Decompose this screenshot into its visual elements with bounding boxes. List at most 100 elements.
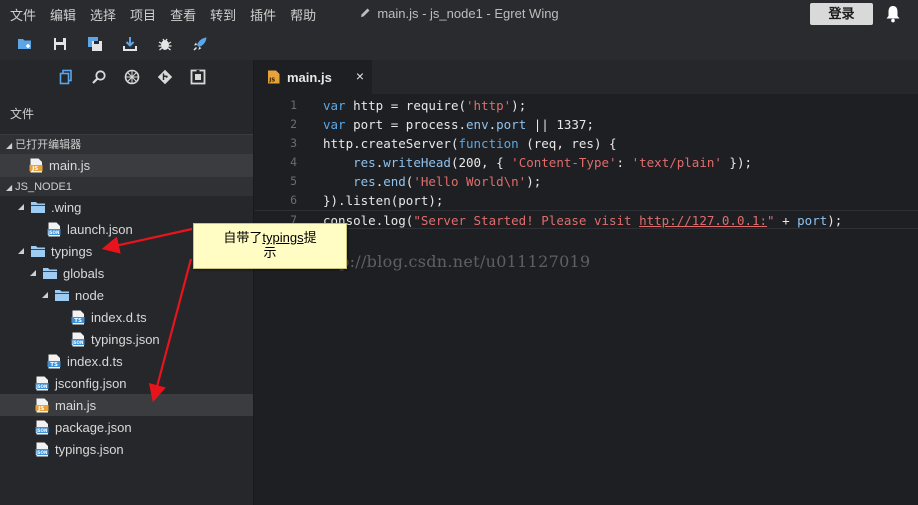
save-icon[interactable] bbox=[51, 35, 69, 53]
tree-file[interactable]: JSON typings.json bbox=[0, 438, 253, 460]
new-folder-icon[interactable] bbox=[16, 35, 34, 53]
tree-item-label: typings.json bbox=[55, 441, 124, 457]
tree-file[interactable]: TS index.d.ts bbox=[0, 350, 253, 372]
tree-file[interactable]: JSON jsconfig.json bbox=[0, 372, 253, 394]
tree-item-label: globals bbox=[63, 265, 105, 281]
menu-item[interactable]: 插件 bbox=[250, 5, 276, 24]
js-file-icon: JS bbox=[28, 157, 44, 173]
bell-icon[interactable] bbox=[885, 5, 901, 23]
editor-tab-bar: JS main.js × bbox=[255, 60, 918, 94]
debug-icon[interactable] bbox=[156, 35, 174, 53]
extensions-icon[interactable] bbox=[189, 68, 207, 86]
line-number: 6 bbox=[290, 193, 297, 207]
files-icon[interactable] bbox=[57, 68, 75, 86]
code-text: res.writeHead(200, { 'Content-Type': 'te… bbox=[297, 153, 752, 172]
code-token: http://127.0.0.1: bbox=[639, 213, 768, 228]
code-line[interactable]: 5 res.end('Hello World\n'); bbox=[255, 172, 918, 191]
code-line[interactable]: 6}).listen(port); bbox=[255, 191, 918, 210]
tree-item-label: node bbox=[75, 287, 104, 303]
tree-item-label: typings bbox=[51, 243, 93, 259]
tree-file[interactable]: JSON package.json bbox=[0, 416, 253, 438]
download-icon[interactable] bbox=[121, 35, 139, 53]
code-token: || bbox=[526, 117, 557, 132]
svg-text:JSON: JSON bbox=[71, 339, 83, 344]
tree-file[interactable]: JSON typings.json bbox=[0, 328, 253, 350]
expand-arrow-icon[interactable] bbox=[28, 268, 38, 278]
code-token: writeHead bbox=[383, 155, 451, 170]
rocket-icon[interactable] bbox=[191, 35, 209, 53]
tree-file[interactable]: JS main.js bbox=[0, 394, 253, 416]
code-token: " bbox=[767, 213, 775, 228]
pen-icon bbox=[361, 8, 370, 17]
code-token: ); bbox=[526, 174, 542, 189]
search-icon[interactable] bbox=[90, 68, 108, 86]
code-token: ); bbox=[827, 213, 843, 228]
tree-item-label: main.js bbox=[55, 397, 97, 413]
tree-folder[interactable]: node bbox=[0, 284, 253, 306]
svg-text:JS: JS bbox=[37, 405, 44, 411]
annotation-callout: 自带了typings提 示 bbox=[193, 223, 347, 269]
code-token: function bbox=[458, 136, 519, 151]
menu-item[interactable]: 文件 bbox=[10, 5, 36, 24]
code-token: 'Content-Type' bbox=[511, 155, 617, 170]
menu-item[interactable]: 查看 bbox=[170, 5, 196, 24]
open-editors-title: 已打开编辑器 bbox=[15, 139, 82, 151]
save-all-icon[interactable] bbox=[86, 35, 104, 53]
code-token: = bbox=[390, 98, 406, 113]
svg-text:JSON: JSON bbox=[35, 383, 47, 388]
svg-text:JS: JS bbox=[31, 165, 38, 171]
debug-icon[interactable] bbox=[123, 68, 141, 86]
project-header[interactable]: ◢ JS_NODE1 bbox=[0, 176, 253, 196]
code-token: . bbox=[353, 136, 361, 151]
expand-arrow-icon[interactable] bbox=[16, 246, 26, 256]
svg-text:JSON: JSON bbox=[35, 427, 47, 432]
code-line[interactable]: 2 var port = process.env.port || 1337; bbox=[255, 115, 918, 134]
menu-bar: 文件 编辑 选择 项目 查看 转到 插件 帮助 main.js - js_node1 - Eg… bbox=[0, 0, 918, 28]
side-tab-bar bbox=[0, 60, 253, 94]
code-text: console.log("Server Started! Please visi… bbox=[297, 211, 842, 228]
code-token: port bbox=[797, 213, 828, 228]
code-token: ); bbox=[511, 98, 527, 113]
json-file-icon: JSON bbox=[70, 331, 86, 347]
open-editors-header[interactable]: ◢ 已打开编辑器 bbox=[0, 134, 253, 154]
menu-item[interactable]: 转到 bbox=[210, 5, 236, 24]
code-view[interactable]: 1 var http = require('http'); 2 var port = … bbox=[255, 94, 918, 229]
menu-item[interactable]: 选择 bbox=[90, 5, 116, 24]
tree-item-label: jsconfig.json bbox=[55, 375, 127, 391]
code-token: (req, res) { bbox=[518, 136, 617, 151]
expand-arrow-icon[interactable] bbox=[16, 202, 26, 212]
code-line[interactable]: 1 var http = require('http'); bbox=[255, 96, 918, 115]
json-file-icon: JSON bbox=[34, 441, 50, 457]
tree-item-label: index.d.ts bbox=[91, 309, 147, 325]
code-text: res.end('Hello World\n'); bbox=[297, 172, 541, 191]
tree-item-label: launch.json bbox=[67, 221, 133, 237]
menu-item[interactable]: 编辑 bbox=[50, 5, 76, 24]
svg-text:JSON: JSON bbox=[35, 449, 47, 454]
git-icon[interactable] bbox=[156, 68, 174, 86]
js-file-icon: JS bbox=[268, 70, 280, 84]
close-icon[interactable]: × bbox=[354, 69, 366, 83]
code-line[interactable]: 4 res.writeHead(200, { 'Content-Type': '… bbox=[255, 153, 918, 172]
code-token: . bbox=[488, 117, 497, 132]
svg-text:TS: TS bbox=[50, 361, 58, 367]
tab-main-js[interactable]: JS main.js × bbox=[255, 60, 372, 94]
menu-item[interactable]: 帮助 bbox=[290, 5, 316, 24]
ts-file-icon: TS bbox=[70, 309, 86, 325]
expand-arrow-icon[interactable] bbox=[40, 290, 50, 300]
menu-item[interactable]: 项目 bbox=[130, 5, 156, 24]
ts-file-icon: TS bbox=[46, 353, 62, 369]
code-text: }).listen(port); bbox=[297, 191, 443, 210]
code-line[interactable]: 7 console.log("Server Started! Please vis… bbox=[255, 210, 918, 229]
login-button[interactable]: 登录 bbox=[810, 3, 873, 25]
open-editor-item[interactable]: JS main.js bbox=[0, 154, 253, 176]
code-line[interactable]: 3 http.createServer(function (req, res) { bbox=[255, 134, 918, 153]
tree-file[interactable]: TS index.d.ts bbox=[0, 306, 253, 328]
js-file-icon: JS bbox=[34, 397, 50, 413]
tab-label: main.js bbox=[287, 69, 332, 85]
tree-folder[interactable]: .wing bbox=[0, 196, 253, 218]
code-token: end bbox=[383, 174, 406, 189]
